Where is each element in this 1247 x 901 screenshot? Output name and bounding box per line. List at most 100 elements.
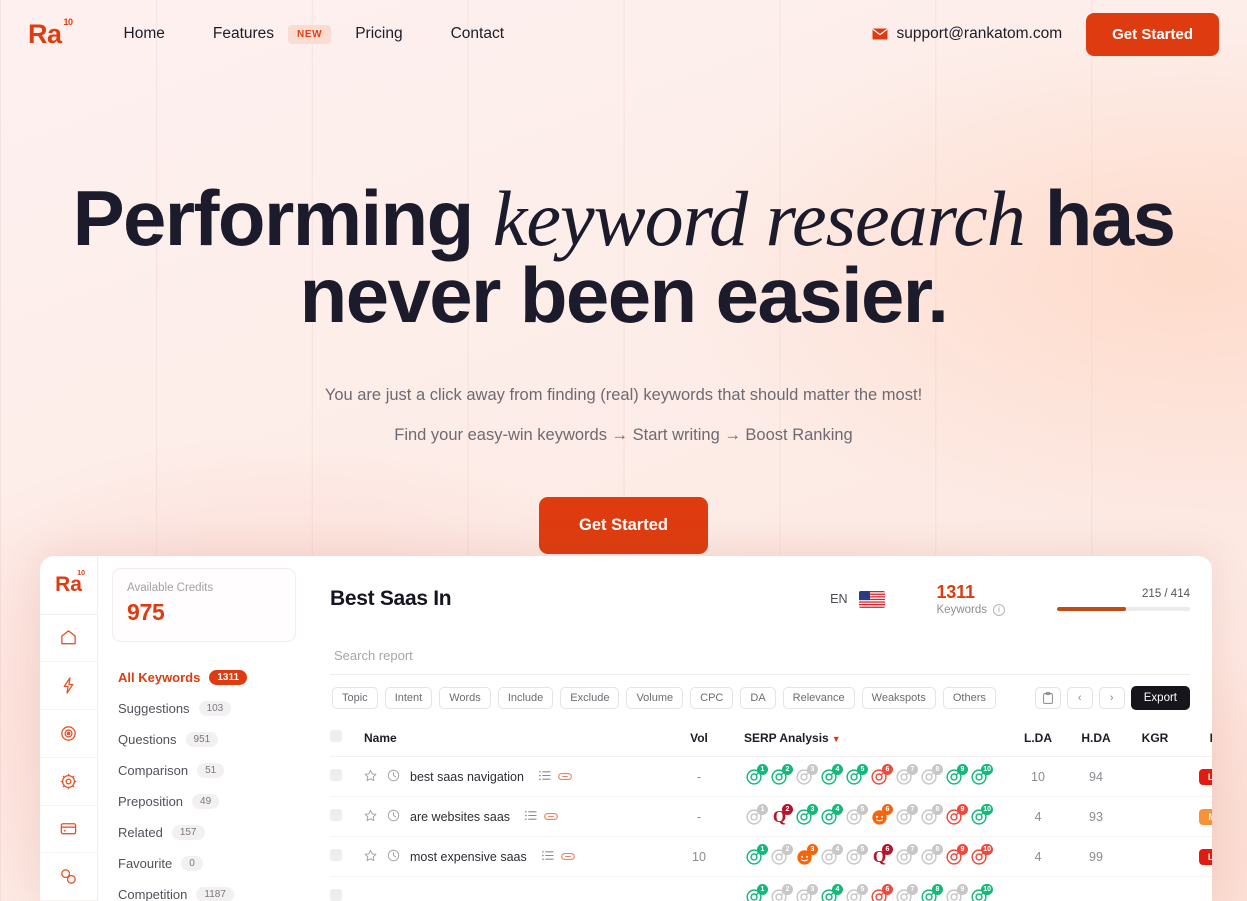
serp-result-badge[interactable]: 5 — [844, 804, 868, 827]
th-serp-analysis[interactable]: SERP Analysis ▼ — [744, 720, 1009, 757]
serp-result-badge[interactable]: 8 — [919, 764, 943, 787]
rail-item-settings[interactable] — [40, 758, 97, 806]
serp-result-badge[interactable]: 7 — [894, 884, 918, 901]
serp-result-badge[interactable]: 4 — [819, 844, 843, 867]
rail-item-target[interactable] — [40, 710, 97, 758]
serp-result-badge[interactable]: 8 — [919, 884, 943, 901]
filter-chip-include[interactable]: Include — [497, 687, 554, 709]
serp-result-badge[interactable]: 1 — [744, 764, 768, 787]
serp-result-badge[interactable]: 9 — [944, 844, 968, 867]
category-item-favourite[interactable]: Favourite 0 — [112, 848, 296, 879]
serp-result-badge[interactable]: 10 — [969, 804, 993, 827]
nav-link-home[interactable]: Home — [100, 17, 189, 51]
serp-result-badge[interactable]: 8 — [919, 804, 943, 827]
row-checkbox[interactable] — [330, 889, 342, 901]
link-icon[interactable] — [544, 810, 558, 824]
export-button[interactable]: Export — [1130, 686, 1190, 710]
rail-item-flash[interactable] — [40, 662, 97, 711]
list-icon[interactable] — [539, 770, 551, 784]
search-report-input[interactable]: Search report — [330, 642, 1190, 675]
serp-result-badge[interactable]: 1 — [744, 804, 768, 827]
row-checkbox-cell[interactable] — [330, 836, 364, 877]
list-icon[interactable] — [541, 850, 554, 864]
th-hda[interactable]: H.DA — [1067, 720, 1125, 757]
serp-result-badge[interactable]: 3 — [794, 764, 818, 787]
brand-logo[interactable]: Ra 10 — [28, 17, 73, 50]
serp-result-badge[interactable]: 4 — [819, 804, 843, 827]
table-row[interactable]: 1 2 3 4 5 6 7 8 9 10 — [330, 876, 1212, 901]
rail-item-reports[interactable] — [40, 853, 97, 901]
nav-link-contact[interactable]: Contact — [427, 17, 528, 51]
table-row[interactable]: most expensive saas1012345Q678910499LOW — [330, 836, 1212, 877]
history-clock-icon[interactable] — [387, 849, 400, 865]
table-row[interactable]: best saas navigation-123456789101094LOW — [330, 756, 1212, 797]
filter-chip-relevance[interactable]: Relevance — [782, 687, 855, 709]
row-checkbox[interactable] — [330, 769, 342, 781]
row-checkbox-cell[interactable] — [330, 756, 364, 797]
serp-result-badge[interactable]: 4 — [819, 884, 843, 901]
header-get-started-button[interactable]: Get Started — [1086, 12, 1219, 56]
serp-result-badge[interactable]: 9 — [944, 804, 968, 827]
nav-link-features[interactable]: Features — [189, 17, 298, 51]
row-checkbox[interactable] — [330, 849, 342, 861]
select-all-checkbox[interactable] — [330, 730, 342, 742]
next-page-button[interactable]: › — [1098, 687, 1125, 709]
category-item-competition[interactable]: Competition 1187 — [112, 879, 296, 901]
rail-item-billing[interactable] — [40, 806, 97, 854]
category-item-comparison[interactable]: Comparison 51 — [112, 755, 296, 786]
serp-result-badge[interactable]: 3 — [794, 844, 818, 867]
serp-result-badge[interactable]: 8 — [919, 844, 943, 867]
filter-chip-words[interactable]: Words — [439, 687, 491, 709]
category-item-suggestions[interactable]: Suggestions 103 — [112, 693, 296, 724]
filter-chip-volume[interactable]: Volume — [626, 687, 684, 709]
history-clock-icon[interactable] — [387, 769, 400, 785]
rail-item-home[interactable] — [40, 615, 97, 663]
serp-result-badge[interactable]: Q2 — [769, 804, 793, 827]
serp-result-badge[interactable]: 5 — [844, 884, 868, 901]
category-item-preposition[interactable]: Preposition 49 — [112, 786, 296, 817]
th-vol[interactable]: Vol — [654, 720, 744, 757]
prev-page-button[interactable]: ‹ — [1066, 687, 1093, 709]
clipboard-icon[interactable] — [1034, 687, 1061, 709]
serp-result-badge[interactable]: 5 — [844, 844, 868, 867]
serp-result-badge[interactable]: 10 — [969, 884, 993, 901]
link-icon[interactable] — [560, 850, 575, 864]
serp-result-badge[interactable]: Q6 — [869, 844, 893, 867]
serp-result-badge[interactable]: 2 — [769, 884, 793, 901]
serp-result-badge[interactable]: 3 — [794, 804, 818, 827]
filter-chip-topic[interactable]: Topic — [332, 687, 378, 709]
history-clock-icon[interactable] — [387, 809, 400, 825]
table-row[interactable]: are websites saas-1Q2345678910493MED — [330, 796, 1212, 837]
serp-result-badge[interactable]: 9 — [944, 884, 968, 901]
serp-result-badge[interactable]: 5 — [844, 764, 868, 787]
serp-result-badge[interactable]: 6 — [869, 884, 893, 901]
category-item-related[interactable]: Related 157 — [112, 817, 296, 848]
serp-result-badge[interactable]: 7 — [894, 804, 918, 827]
category-item-questions[interactable]: Questions 951 — [112, 724, 296, 755]
favourite-star-icon[interactable] — [364, 809, 377, 825]
serp-result-badge[interactable]: 2 — [769, 764, 793, 787]
link-icon[interactable] — [558, 770, 572, 784]
row-checkbox-cell[interactable] — [330, 796, 364, 837]
serp-result-badge[interactable]: 6 — [869, 804, 893, 827]
nav-link-pricing[interactable]: Pricing — [331, 17, 426, 51]
serp-result-badge[interactable]: 7 — [894, 844, 918, 867]
support-email[interactable]: support@rankatom.com — [871, 25, 1062, 43]
serp-result-badge[interactable]: 2 — [769, 844, 793, 867]
serp-result-badge[interactable]: 3 — [794, 884, 818, 901]
serp-result-badge[interactable]: 9 — [944, 764, 968, 787]
app-rail-logo[interactable]: Ra 10 — [40, 556, 97, 615]
favourite-star-icon[interactable] — [364, 769, 377, 785]
hero-get-started-button[interactable]: Get Started — [539, 496, 708, 554]
serp-result-badge[interactable]: 4 — [819, 764, 843, 787]
serp-result-badge[interactable]: 10 — [969, 844, 993, 867]
favourite-star-icon[interactable] — [364, 849, 377, 865]
list-icon[interactable] — [525, 810, 537, 824]
serp-result-badge[interactable]: 1 — [744, 884, 768, 901]
th-lda[interactable]: L.DA — [1009, 720, 1067, 757]
row-checkbox-cell[interactable] — [330, 876, 364, 901]
category-item-all-keywords[interactable]: All Keywords 1311 — [112, 662, 296, 693]
th-select-all[interactable] — [330, 720, 364, 757]
filter-chip-da[interactable]: DA — [740, 687, 776, 709]
serp-result-badge[interactable]: 7 — [894, 764, 918, 787]
